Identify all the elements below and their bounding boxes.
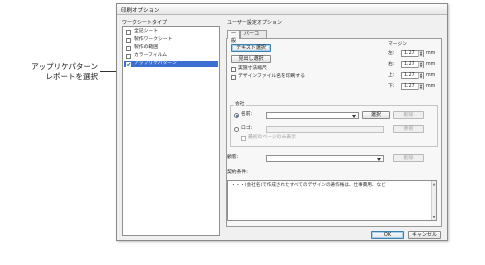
terms-text: ・・・(会社名)で作成されたすべてのデザインの著作権は、仕事費用、など	[231, 183, 386, 188]
margin-right-value: 1.27	[404, 62, 415, 67]
stepper-arrows[interactable]: ▲ ▼	[418, 51, 423, 57]
margin-bottom-stepper[interactable]: 1.27 ▲ ▼	[401, 83, 424, 90]
margin-top-unit: mm	[426, 73, 436, 78]
header-select-button[interactable]: 見出し選択	[231, 55, 271, 63]
company-logo-label: ロゴ:	[241, 126, 253, 131]
company-group-title: 会社	[234, 102, 246, 107]
company-name-radio[interactable]	[234, 113, 239, 118]
terms-scrollbar[interactable]: ▲ ▼	[431, 181, 436, 220]
print-options-dialog: 印刷オプション ワークシートタイプ ユーザー設定オプション 全記シート 製作ワー…	[116, 3, 448, 241]
company-delete-button[interactable]: 削除	[393, 111, 424, 119]
worksheet-item-label: 製作ワークシート	[134, 37, 173, 42]
worksheet-checkbox[interactable]	[126, 53, 131, 59]
customer-label: 顧客:	[227, 155, 239, 160]
dialog-title: 印刷オプション	[121, 8, 160, 14]
callout-line-2: レポートを選択	[45, 72, 99, 81]
stepper-arrows[interactable]: ▲ ▼	[418, 84, 423, 90]
company-name-combo[interactable]	[266, 112, 359, 119]
margin-right-unit: mm	[426, 62, 436, 67]
chevron-up-icon[interactable]: ▲	[433, 182, 436, 186]
worksheet-item[interactable]: カラーフィルム	[124, 53, 218, 59]
margin-left-unit: mm	[426, 51, 436, 56]
worksheet-checkbox[interactable]	[126, 29, 131, 35]
chevron-down-icon[interactable]: ▼	[433, 215, 436, 219]
chevron-down-icon[interactable]	[377, 157, 381, 161]
user-options-label: ユーザー設定オプション	[227, 20, 282, 26]
print-filename-label: デザインファイル名を印刷する	[238, 74, 306, 79]
company-select-button[interactable]: 選択	[362, 111, 390, 119]
margin-top-value: 1.27	[404, 73, 415, 78]
worksheet-types-label: ワークシートタイプ	[122, 20, 168, 26]
margin-bottom-unit: mm	[426, 84, 436, 89]
worksheet-item[interactable]: 製作ワークシート	[124, 37, 218, 43]
worksheet-item-selected[interactable]: アップリケパターン	[124, 61, 218, 67]
worksheet-checkbox[interactable]	[126, 45, 131, 51]
margin-left-label: 左:	[388, 51, 395, 56]
company-logo-radio[interactable]	[234, 127, 239, 132]
stepper-arrows[interactable]: ▲ ▼	[418, 73, 423, 79]
check-icon	[126, 62, 131, 66]
real-scale-label: 実施寸法縮尺	[238, 66, 267, 71]
chevron-down-icon[interactable]: ▼	[420, 76, 423, 79]
real-scale-checkbox[interactable]	[231, 67, 236, 72]
chevron-down-icon[interactable]: ▼	[420, 87, 423, 90]
worksheet-item[interactable]: 製作の範囲	[124, 45, 218, 51]
worksheet-item[interactable]: 全記シート	[124, 29, 218, 35]
worksheet-item-label: 製作の範囲	[134, 45, 158, 50]
margin-left-stepper[interactable]: 1.27 ▲ ▼	[401, 50, 424, 57]
print-filename-checkbox[interactable]	[231, 75, 236, 80]
chevron-down-icon[interactable]: ▼	[420, 65, 423, 68]
worksheet-item-label: カラーフィルム	[134, 53, 168, 58]
callout-text: アップリケパターン レポートを選択	[2, 62, 98, 82]
terms-textarea[interactable]: ・・・(会社名)で作成されたすべてのデザインの著作権は、仕事費用、など ▲ ▼	[227, 180, 437, 221]
ok-button[interactable]: OK	[371, 231, 404, 239]
worksheet-type-list[interactable]: 全記シート 製作ワークシート 製作の範囲 カラーフィルム アップリケパターン	[122, 26, 220, 236]
margin-top-label: 上:	[388, 73, 395, 78]
margin-bottom-label: 下:	[388, 84, 395, 89]
worksheet-checkbox-checked[interactable]	[126, 61, 131, 67]
worksheet-item-label: 全記シート	[134, 29, 158, 34]
margin-bottom-value: 1.27	[404, 84, 415, 89]
terms-label: 契約条件:	[227, 170, 248, 175]
first-page-only-label: 最初のページのみ表示	[248, 135, 296, 140]
logo-path-field[interactable]	[266, 126, 384, 133]
margin-top-stepper[interactable]: 1.27 ▲ ▼	[401, 72, 424, 79]
tab-barcode[interactable]: バーコード	[240, 30, 267, 44]
dialog-titlebar[interactable]: 印刷オプション	[117, 4, 447, 15]
callout-line-1: アップリケパターン	[31, 62, 98, 71]
customer-delete-button[interactable]: 削除	[393, 154, 424, 162]
logo-browse-button[interactable]: 参照	[393, 125, 424, 133]
margins-label: マージン	[388, 42, 408, 47]
stepper-arrows[interactable]: ▲ ▼	[418, 62, 423, 68]
worksheet-item-label: アップリケパターン	[134, 61, 177, 66]
first-page-only-checkbox[interactable]	[241, 136, 246, 141]
margin-right-stepper[interactable]: 1.27 ▲ ▼	[401, 61, 424, 68]
chevron-down-icon[interactable]: ▼	[420, 54, 423, 57]
company-name-label: 名前:	[241, 112, 253, 117]
worksheet-checkbox[interactable]	[126, 37, 131, 43]
margin-right-label: 右:	[388, 62, 395, 67]
text-select-button[interactable]: テキスト選択	[231, 44, 271, 52]
tab-general[interactable]: 一般	[227, 30, 240, 44]
cancel-button[interactable]: キャンセル	[408, 231, 441, 239]
chevron-down-icon[interactable]	[352, 114, 356, 118]
margin-left-value: 1.27	[404, 51, 415, 56]
customer-combo[interactable]	[266, 155, 384, 162]
